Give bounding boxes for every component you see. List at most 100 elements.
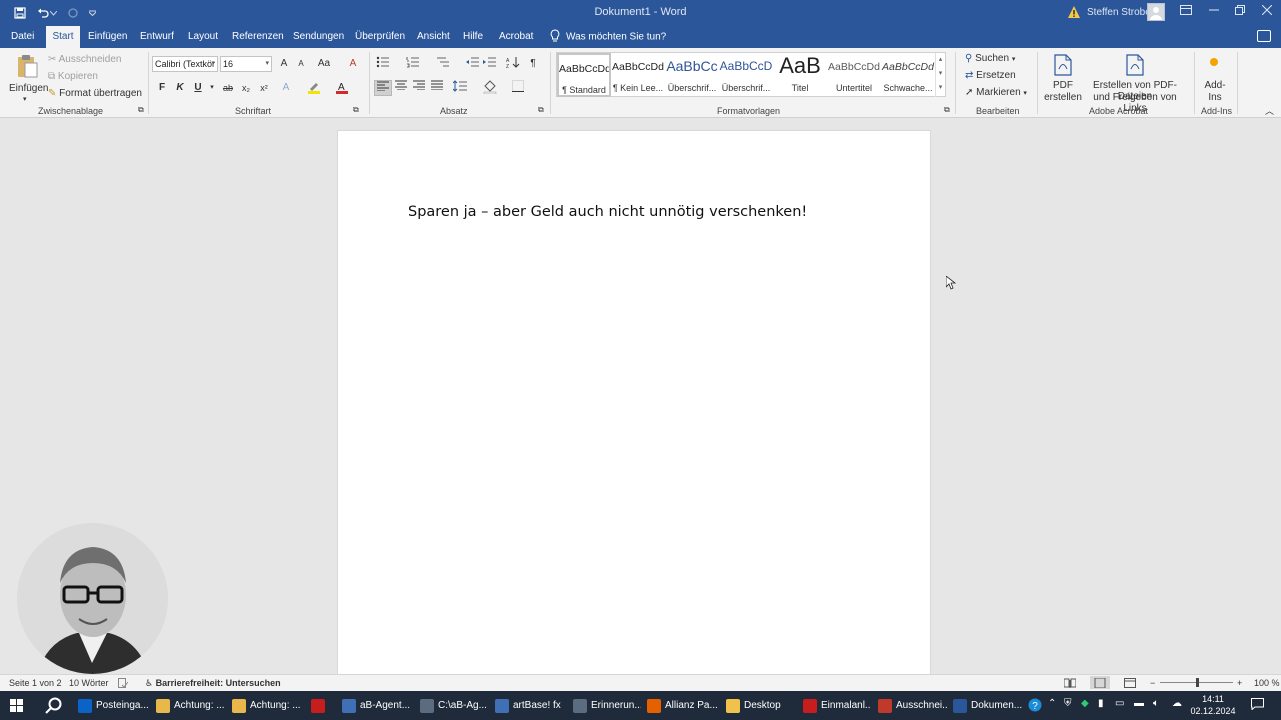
zoom-slider-thumb[interactable]	[1195, 678, 1199, 687]
read-mode-icon[interactable]	[1063, 678, 1077, 690]
bold-button[interactable]: F	[154, 80, 170, 96]
style-kein-leerraum[interactable]: AaBbCcDd ¶ Kein Lee...	[611, 53, 665, 97]
tab-acrobat[interactable]: Acrobat	[497, 26, 535, 48]
align-right-icon[interactable]	[411, 80, 427, 96]
tell-me-search[interactable]: Was möchten Sie tun?	[550, 29, 666, 45]
tab-referenzen[interactable]: Referenzen	[230, 26, 286, 48]
shrink-font-icon[interactable]: A	[293, 56, 309, 72]
justify-icon[interactable]	[429, 80, 445, 96]
taskbar-item[interactable]: Dokumen...	[953, 694, 1023, 717]
change-case-button[interactable]: Aa	[314, 56, 334, 72]
tab-ueberpruefen[interactable]: Überprüfen	[353, 26, 407, 48]
zoom-slider[interactable]	[1160, 678, 1233, 687]
find-button[interactable]: ⚲ Suchen ▾	[965, 53, 1015, 64]
zoom-out-button[interactable]: −	[1150, 678, 1155, 688]
avatar[interactable]	[1147, 3, 1165, 21]
style-standard[interactable]: AaBbCcDd ¶ Standard	[557, 53, 611, 97]
windows-start-icon[interactable]	[10, 699, 23, 715]
tab-einfuegen[interactable]: Einfügen	[86, 26, 129, 48]
tab-sendungen[interactable]: Sendungen	[291, 26, 346, 48]
usb-icon[interactable]: ▮	[1098, 698, 1104, 709]
taskbar-item[interactable]: Erinnerun...	[573, 694, 641, 717]
battery-icon[interactable]: ▬	[1134, 698, 1144, 709]
align-left-icon[interactable]	[374, 80, 392, 96]
replace-button[interactable]: ⇄ Ersetzen	[965, 70, 1016, 81]
accessibility-status[interactable]: ♿ Barrierefreiheit: Untersuchen	[145, 678, 281, 689]
tab-hilfe[interactable]: Hilfe	[461, 26, 485, 48]
share-pdf-button[interactable]: Erstellen von PDF-Dateien und Freigeben …	[1082, 52, 1188, 114]
tab-layout[interactable]: Layout	[186, 26, 220, 48]
cut-button[interactable]: ✂ Ausschneiden	[48, 54, 121, 65]
word-count[interactable]: 10 Wörter	[69, 678, 109, 688]
paste-button[interactable]: Einfügen ▾	[8, 52, 48, 103]
taskbar-item[interactable]: Einmalanl...	[803, 694, 871, 717]
collapse-ribbon-icon[interactable]: ︿	[1265, 104, 1274, 117]
user-name[interactable]: Steffen Strobel	[1087, 7, 1153, 18]
style-title[interactable]: AaB Titel	[773, 53, 827, 97]
borders-icon[interactable]	[510, 80, 526, 96]
page-count[interactable]: Seite 1 von 2	[9, 678, 62, 688]
clock[interactable]: 14:11 02.12.2024	[1188, 693, 1238, 717]
align-center-icon[interactable]	[393, 80, 409, 96]
taskbar-item[interactable]	[311, 694, 331, 717]
font-color-icon[interactable]: A	[334, 80, 350, 96]
numbering-icon[interactable]	[405, 56, 421, 72]
notifications-icon[interactable]	[1251, 698, 1264, 713]
proofing-icon[interactable]	[118, 678, 129, 690]
taskbar-item[interactable]: C:\aB-Ag...	[420, 694, 486, 717]
help-icon[interactable]: ?	[1028, 698, 1042, 715]
tab-entwurf[interactable]: Entwurf	[138, 26, 176, 48]
text-effects-icon[interactable]: A	[278, 80, 294, 96]
show-formatting-icon[interactable]: ¶	[525, 56, 541, 72]
italic-button[interactable]: K	[172, 80, 188, 96]
font-size-select[interactable]: 16 ▾	[220, 56, 272, 72]
restore-icon[interactable]	[1229, 3, 1251, 21]
minimize-icon[interactable]	[1203, 3, 1225, 21]
bullets-icon[interactable]	[375, 56, 391, 72]
superscript-button[interactable]: x²	[256, 80, 272, 96]
select-button[interactable]: ➚ Markieren ▾	[965, 87, 1027, 98]
grow-font-icon[interactable]: A	[276, 56, 292, 72]
taskbar-item[interactable]: Desktop	[726, 694, 796, 717]
close-icon[interactable]	[1256, 3, 1278, 21]
multilevel-list-icon[interactable]	[435, 56, 451, 72]
web-layout-icon[interactable]	[1124, 678, 1136, 690]
clear-formatting-icon[interactable]: A	[345, 56, 361, 72]
zoom-in-button[interactable]: +	[1237, 678, 1242, 688]
font-name-select[interactable]: Calibri (Textkör ▾	[152, 56, 218, 72]
security-icon[interactable]: ⛨	[1064, 698, 1072, 709]
volume-icon[interactable]: 🔈︎	[1153, 698, 1159, 709]
taskbar-item[interactable]: Achtung: ...	[232, 694, 302, 717]
format-painter-button[interactable]: ✎ Format übertragen	[48, 88, 142, 99]
subscript-button[interactable]: x₂	[238, 80, 254, 96]
paragraph-launcher-icon[interactable]: ⧉	[538, 105, 544, 115]
decrease-indent-icon[interactable]	[465, 56, 481, 72]
cloud-icon[interactable]: ☁︎	[1172, 698, 1182, 709]
style-heading-1[interactable]: AaBbCc Überschrif...	[665, 53, 719, 97]
defender-icon[interactable]: ◆	[1081, 698, 1089, 709]
add-ins-button[interactable]: Add- Ins	[1200, 52, 1230, 104]
zoom-level[interactable]: 100 %	[1254, 678, 1280, 688]
taskbar-item[interactable]: Posteinga...	[78, 694, 148, 717]
document-page[interactable]: Sparen ja – aber Geld auch nicht unnötig…	[337, 130, 931, 676]
highlight-icon[interactable]	[306, 80, 322, 96]
display-icon[interactable]: ▭	[1115, 698, 1124, 709]
tab-ansicht[interactable]: Ansicht	[415, 26, 452, 48]
tab-start[interactable]: Start	[46, 26, 80, 48]
ribbon-display-icon[interactable]	[1175, 3, 1197, 21]
copy-button[interactable]: ⧉ Kopieren	[48, 71, 98, 82]
tray-chevron-icon[interactable]: ⌃	[1048, 698, 1056, 709]
taskbar-item[interactable]: Achtung: ...	[156, 694, 226, 717]
style-heading-2[interactable]: AaBbCcD Überschrif...	[719, 53, 773, 97]
document-area[interactable]: Sparen ja – aber Geld auch nicht unnötig…	[0, 118, 1281, 676]
search-icon[interactable]	[45, 697, 63, 718]
taskbar-item[interactable]: Ausschnei...	[878, 694, 948, 717]
taskbar-item[interactable]: aB-Agent...	[342, 694, 412, 717]
create-pdf-button[interactable]: PDF erstellen	[1044, 52, 1082, 104]
shading-icon[interactable]	[482, 80, 498, 96]
document-text[interactable]: Sparen ja – aber Geld auch nicht unnötig…	[408, 204, 807, 220]
style-subtitle[interactable]: AaBbCcDd Untertitel	[827, 53, 881, 97]
warning-icon[interactable]	[1067, 5, 1081, 19]
tab-datei[interactable]: Datei	[9, 26, 36, 48]
chevron-down-icon[interactable]: ▾	[204, 80, 220, 96]
